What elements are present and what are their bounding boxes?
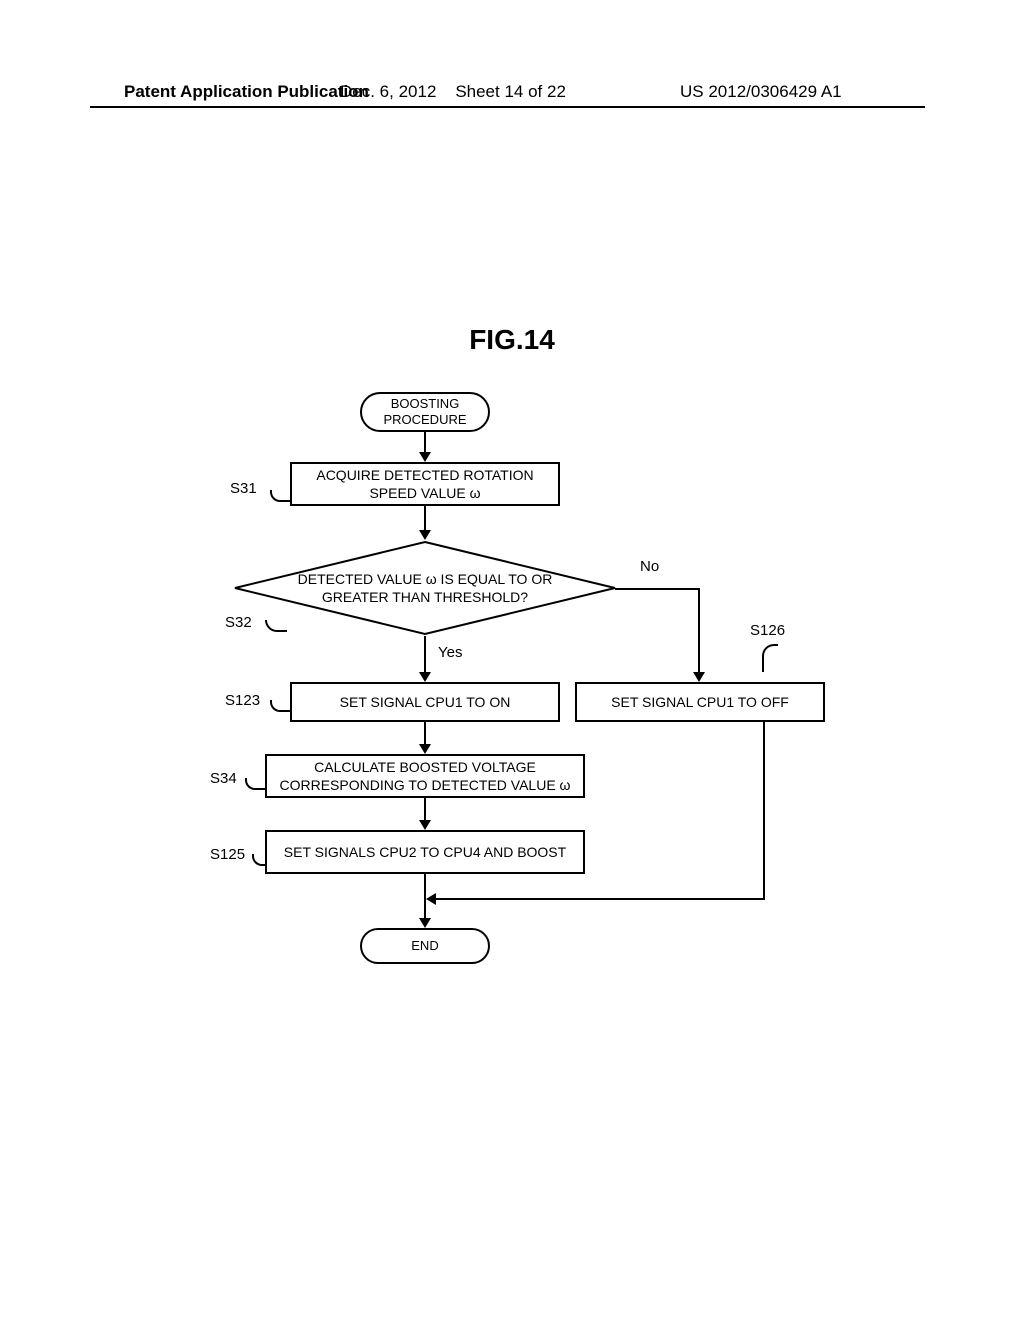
decision-text: DETECTED VALUE ω IS EQUAL TO OR GREATER … [233, 540, 617, 636]
header-rule [90, 106, 925, 108]
process-s31: ACQUIRE DETECTED ROTATION SPEED VALUE ω [290, 462, 560, 506]
connector [424, 636, 426, 674]
connector [698, 588, 700, 674]
connector [424, 432, 426, 454]
process-text: SET SIGNALS CPU2 TO CPU4 AND BOOST [284, 843, 566, 861]
process-text: SET SIGNAL CPU1 TO ON [340, 693, 511, 711]
connector [424, 722, 426, 746]
leader-line [762, 644, 778, 672]
decision-s32: DETECTED VALUE ω IS EQUAL TO OR GREATER … [233, 540, 617, 636]
step-ref-s32: S32 [225, 614, 252, 631]
edge-label-no: No [640, 558, 659, 575]
arrow-down-icon [419, 918, 431, 928]
terminator-start: BOOSTING PROCEDURE [360, 392, 490, 432]
process-s34: CALCULATE BOOSTED VOLTAGE CORRESPONDING … [265, 754, 585, 798]
edge-label-yes: Yes [438, 644, 462, 661]
leader-line [270, 490, 290, 502]
step-ref-s125: S125 [210, 846, 245, 863]
flowchart: BOOSTING PROCEDURE ACQUIRE DETECTED ROTA… [210, 392, 830, 992]
arrow-down-icon [419, 820, 431, 830]
step-ref-s126: S126 [750, 622, 785, 639]
connector [615, 588, 700, 590]
figure-title: FIG.14 [0, 324, 1024, 356]
arrow-down-icon [693, 672, 705, 682]
step-ref-s123: S123 [225, 692, 260, 709]
process-text: ACQUIRE DETECTED ROTATION SPEED VALUE ω [292, 466, 558, 502]
process-s125: SET SIGNALS CPU2 TO CPU4 AND BOOST [265, 830, 585, 874]
process-text: CALCULATE BOOSTED VOLTAGE CORRESPONDING … [267, 758, 583, 794]
pub-date: Dec. 6, 2012 Sheet 14 of 22 [340, 82, 566, 102]
pub-number: US 2012/0306429 A1 [680, 82, 842, 102]
arrow-down-icon [419, 744, 431, 754]
connector [763, 722, 765, 898]
step-ref-s31: S31 [230, 480, 257, 497]
arrow-left-icon [426, 893, 436, 905]
pub-label: Patent Application Publication [124, 82, 369, 102]
step-ref-s34: S34 [210, 770, 237, 787]
arrow-down-icon [419, 530, 431, 540]
connector [436, 898, 765, 900]
leader-line [245, 778, 265, 790]
arrow-down-icon [419, 452, 431, 462]
leader-line [270, 700, 290, 712]
arrow-down-icon [419, 672, 431, 682]
leader-line [252, 854, 267, 866]
connector [424, 798, 426, 822]
process-s126: SET SIGNAL CPU1 TO OFF [575, 682, 825, 722]
connector [424, 506, 426, 532]
process-text: SET SIGNAL CPU1 TO OFF [611, 693, 789, 711]
terminator-end: END [360, 928, 490, 964]
process-s123: SET SIGNAL CPU1 TO ON [290, 682, 560, 722]
